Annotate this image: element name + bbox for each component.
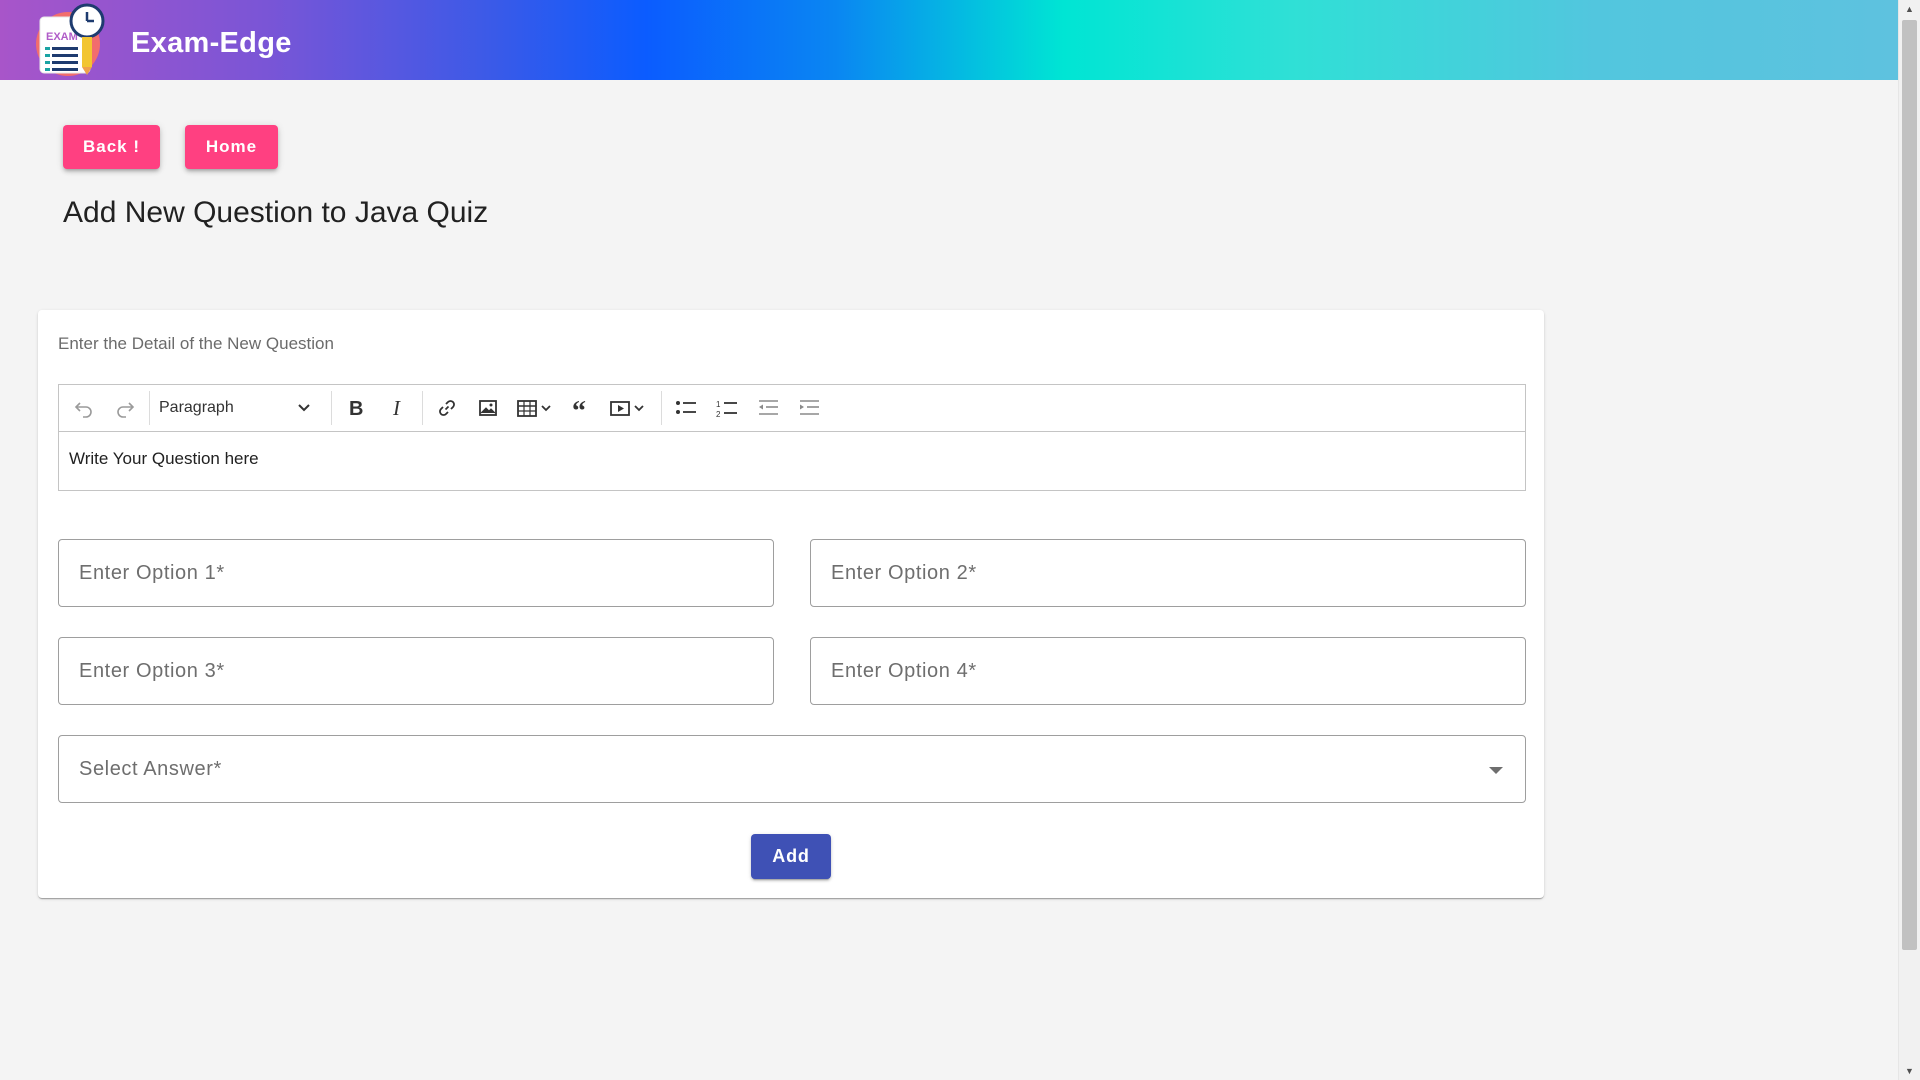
add-question-button[interactable]: Add bbox=[751, 834, 831, 879]
svg-text:“: “ bbox=[572, 398, 586, 418]
app-logo: EXAM bbox=[32, 3, 108, 77]
option-3-input[interactable] bbox=[59, 638, 773, 704]
scroll-down-arrow-icon[interactable]: ▼ bbox=[1899, 1062, 1920, 1080]
table-icon[interactable] bbox=[514, 393, 558, 423]
toolbar-separator bbox=[661, 391, 662, 425]
option-4-field[interactable] bbox=[810, 637, 1526, 705]
link-icon[interactable] bbox=[432, 393, 462, 423]
indent-icon[interactable] bbox=[794, 393, 824, 423]
answer-select[interactable]: Select Answer* bbox=[58, 735, 1526, 803]
scroll-up-arrow-icon[interactable]: ▲ bbox=[1899, 0, 1920, 18]
option-2-field[interactable] bbox=[810, 539, 1526, 607]
heading-dropdown[interactable]: Paragraph bbox=[159, 393, 329, 423]
outdent-icon[interactable] bbox=[753, 393, 783, 423]
svg-text:2: 2 bbox=[716, 410, 721, 418]
answer-select-label: Select Answer* bbox=[79, 758, 222, 780]
chevron-down-icon bbox=[297, 400, 311, 419]
bold-icon[interactable]: B bbox=[341, 393, 371, 423]
app-title: Exam-Edge bbox=[131, 27, 292, 59]
dropdown-arrow-icon[interactable] bbox=[1489, 767, 1503, 774]
scrollbar-thumb[interactable] bbox=[1902, 20, 1917, 950]
option-1-field[interactable] bbox=[58, 539, 774, 607]
svg-text:I: I bbox=[392, 398, 401, 418]
editor-toolbar: Paragraph B I “ 1 2 bbox=[59, 385, 1525, 432]
question-editor-content[interactable]: Write Your Question here bbox=[69, 449, 259, 469]
form-subtitle: Enter the Detail of the New Question bbox=[58, 334, 334, 353]
question-form-card: Enter the Detail of the New Question Par… bbox=[38, 310, 1544, 898]
italic-icon[interactable]: I bbox=[383, 393, 413, 423]
numbered-list-icon[interactable]: 12 bbox=[712, 393, 742, 423]
redo-icon[interactable] bbox=[110, 393, 140, 423]
app-header: EXAM Exam-Edge bbox=[0, 0, 1899, 80]
image-icon[interactable] bbox=[473, 393, 503, 423]
option-4-input[interactable] bbox=[811, 638, 1525, 704]
page-title: Add New Question to Java Quiz bbox=[63, 196, 489, 229]
home-button[interactable]: Home bbox=[185, 125, 278, 169]
option-1-input[interactable] bbox=[59, 540, 773, 606]
toolbar-separator bbox=[149, 391, 150, 425]
blockquote-icon[interactable]: “ bbox=[566, 393, 596, 423]
toolbar-separator bbox=[422, 391, 423, 425]
svg-text:1: 1 bbox=[716, 400, 721, 409]
heading-dropdown-label: Paragraph bbox=[159, 399, 234, 416]
toolbar-separator bbox=[331, 391, 332, 425]
bulleted-list-icon[interactable] bbox=[671, 393, 701, 423]
rich-text-editor: Paragraph B I “ 1 2 Write Your Question … bbox=[58, 384, 1526, 491]
svg-text:B: B bbox=[349, 398, 363, 418]
option-2-input[interactable] bbox=[811, 540, 1525, 606]
vertical-scrollbar[interactable]: ▲ ▼ bbox=[1898, 0, 1920, 1080]
undo-icon[interactable] bbox=[69, 393, 99, 423]
svg-text:EXAM: EXAM bbox=[46, 31, 78, 43]
media-icon[interactable] bbox=[607, 393, 651, 423]
option-3-field[interactable] bbox=[58, 637, 774, 705]
back-button[interactable]: Back ! bbox=[63, 125, 160, 169]
